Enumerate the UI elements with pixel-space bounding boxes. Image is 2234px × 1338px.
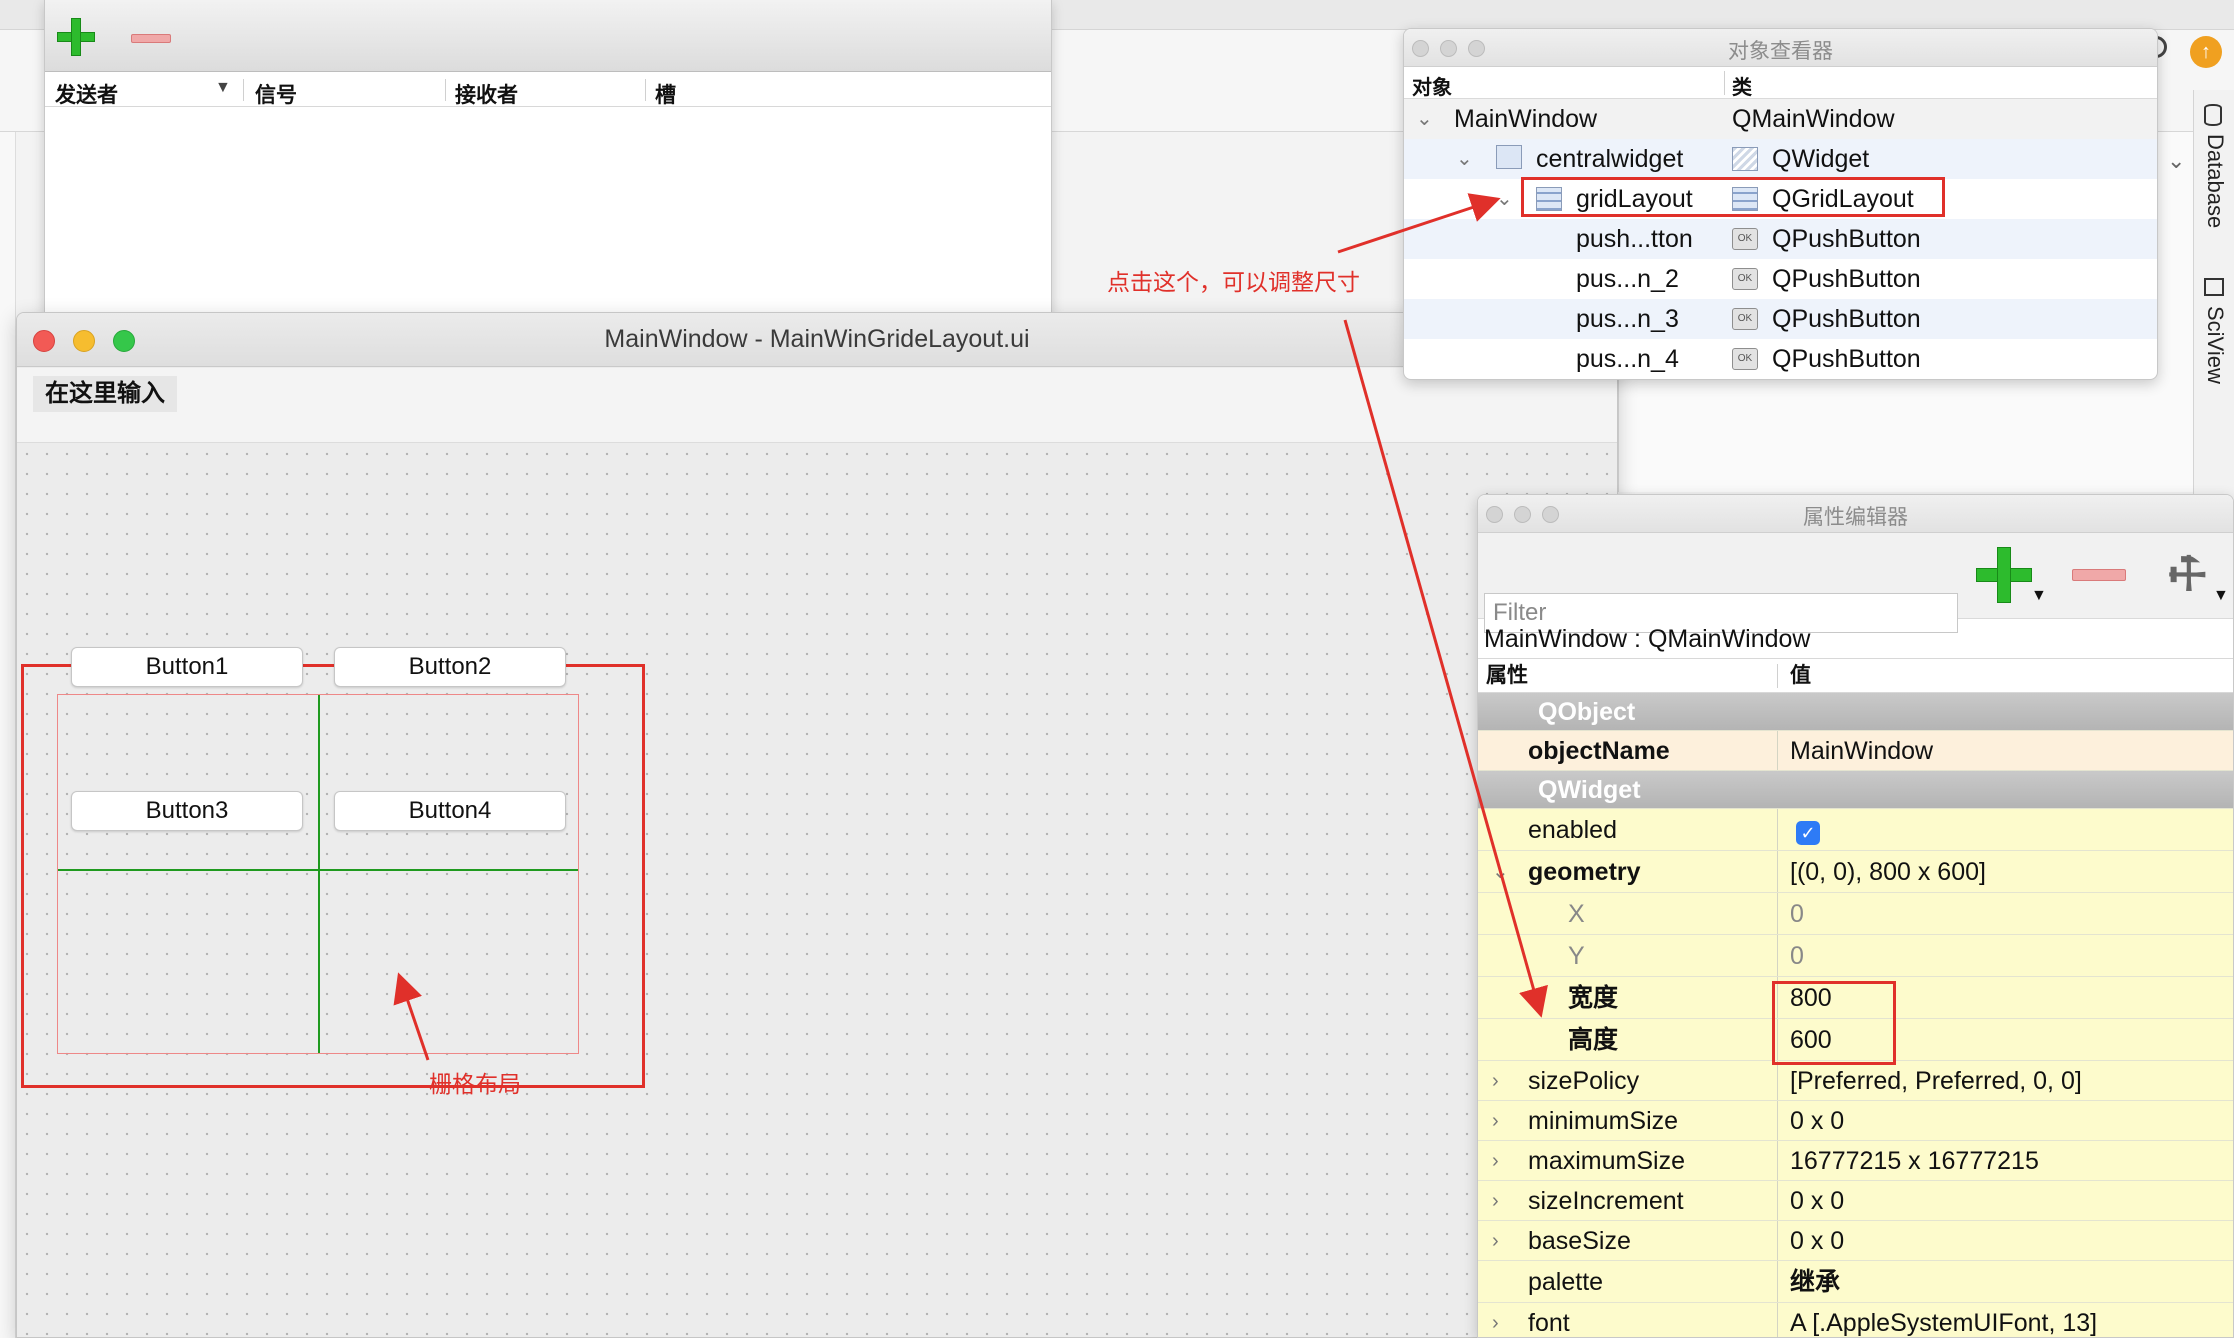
arrow-to-grid [393, 972, 430, 1061]
arrow-to-width-height [1343, 319, 1548, 1018]
annotation-arrows [393, 193, 1548, 1061]
arrow-to-gridlayout [1337, 193, 1501, 254]
